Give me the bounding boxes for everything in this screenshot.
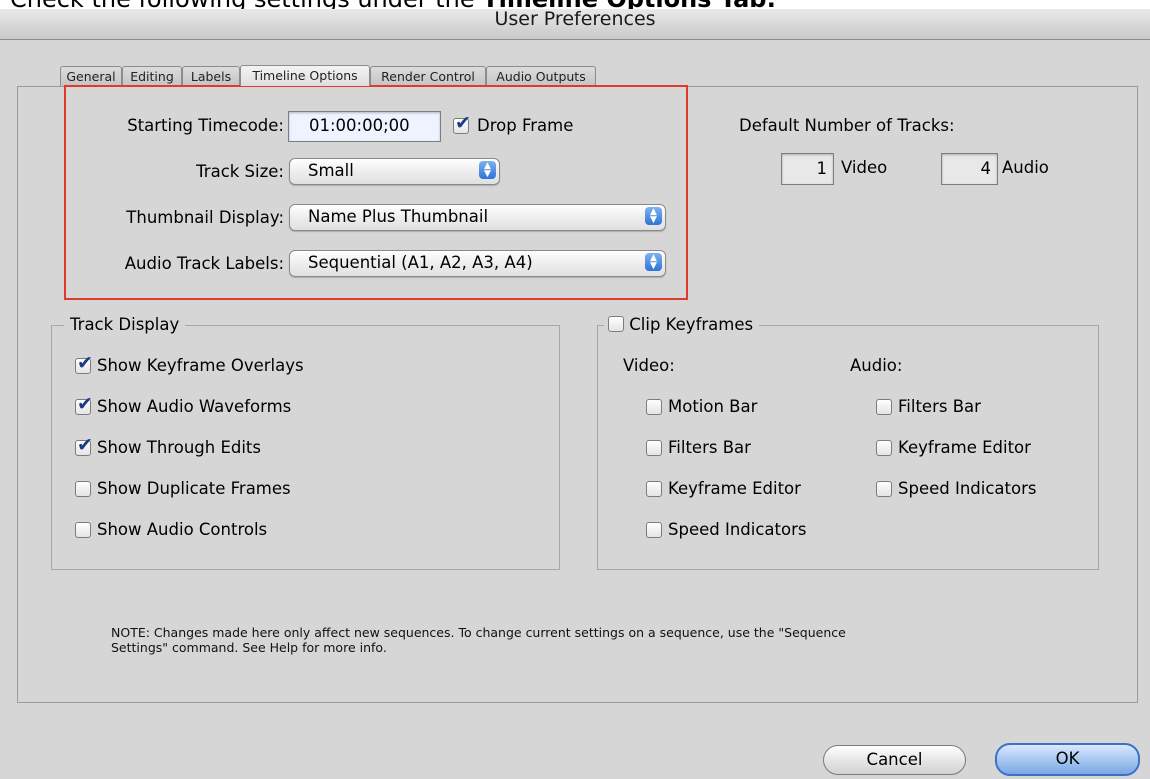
checkmark-icon: ✔: [77, 393, 93, 415]
show-duplicate-frames-label: Show Duplicate Frames: [97, 479, 291, 498]
audio-speed-indicators-label: Speed Indicators: [898, 479, 1037, 498]
video-keyframe-editor-label: Keyframe Editor: [668, 479, 801, 498]
default-tracks-title: Default Number of Tracks:: [739, 116, 955, 135]
tab-general[interactable]: General: [60, 66, 122, 86]
track-display-title: Track Display: [64, 315, 186, 334]
video-filters-bar-label: Filters Bar: [668, 438, 751, 457]
checkmark-icon: ✔: [77, 434, 93, 456]
video-motion-bar-label: Motion Bar: [668, 397, 758, 416]
video-keyframe-editor-checkbox[interactable]: [646, 481, 662, 497]
show-duplicate-frames-checkbox[interactable]: [75, 481, 91, 497]
show-audio-controls-label: Show Audio Controls: [97, 520, 268, 539]
clip-keyframes-title: Clip Keyframes: [629, 315, 754, 334]
audio-tracks-field[interactable]: 4: [941, 153, 998, 185]
audio-speed-indicators-checkbox[interactable]: [876, 481, 892, 497]
show-audio-waveforms-label: Show Audio Waveforms: [97, 397, 292, 416]
show-audio-waveforms-checkbox[interactable]: ✔: [75, 394, 93, 415]
video-tracks-field[interactable]: 1: [781, 153, 834, 185]
audio-tracks-label: Audio: [1002, 158, 1049, 177]
audio-heading: Audio:: [850, 356, 903, 375]
show-keyframe-overlays-checkbox[interactable]: ✔: [75, 353, 93, 374]
cancel-button[interactable]: Cancel: [823, 745, 966, 775]
note-text: NOTE: Changes made here only affect new …: [111, 625, 1071, 655]
window-title: User Preferences: [494, 8, 656, 30]
tab-render-control[interactable]: Render Control: [370, 66, 486, 86]
show-through-edits-label: Show Through Edits: [97, 438, 262, 457]
audio-filters-bar-checkbox[interactable]: [876, 399, 892, 415]
audio-keyframe-editor-label: Keyframe Editor: [898, 438, 1031, 457]
video-filters-bar-checkbox[interactable]: [646, 440, 662, 456]
video-tracks-label: Video: [841, 158, 888, 177]
video-speed-indicators-label: Speed Indicators: [668, 520, 807, 539]
highlight-box: [64, 85, 688, 300]
ok-button[interactable]: OK: [995, 743, 1140, 776]
video-heading: Video:: [623, 356, 675, 375]
tab-labels[interactable]: Labels: [182, 66, 240, 86]
audio-keyframe-editor-checkbox[interactable]: [876, 440, 892, 456]
tab-timeline-options[interactable]: Timeline Options: [240, 65, 370, 86]
tab-editing[interactable]: Editing: [122, 66, 182, 86]
show-keyframe-overlays-label: Show Keyframe Overlays: [97, 356, 304, 375]
show-through-edits-checkbox[interactable]: ✔: [75, 435, 93, 456]
checkmark-icon: ✔: [77, 352, 93, 374]
video-speed-indicators-checkbox[interactable]: [646, 522, 662, 538]
note-line-2: Settings" command. See Help for more inf…: [111, 640, 387, 655]
note-line-1: NOTE: Changes made here only affect new …: [111, 625, 846, 640]
video-motion-bar-checkbox[interactable]: [646, 399, 662, 415]
clip-keyframes-header: Clip Keyframes: [604, 315, 760, 334]
window-titlebar: User Preferences: [0, 8, 1150, 40]
clip-keyframes-checkbox[interactable]: [608, 316, 624, 332]
show-audio-controls-checkbox[interactable]: [75, 522, 91, 538]
tab-audio-outputs[interactable]: Audio Outputs: [486, 66, 596, 86]
audio-filters-bar-label: Filters Bar: [898, 397, 981, 416]
